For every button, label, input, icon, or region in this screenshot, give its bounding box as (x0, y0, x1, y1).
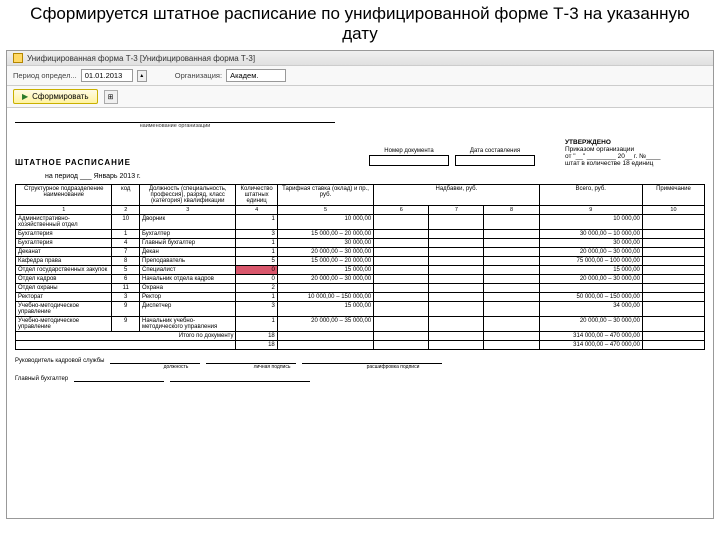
table-row: Отдел государственных закупок5Специалист… (16, 266, 705, 275)
col-units: Количество штатных единиц (236, 185, 277, 206)
col-note: Примечание (642, 185, 704, 206)
table-row: Бухгалтерия4Главный бухгалтер130 000,003… (16, 239, 705, 248)
table-row: Ректорат3Ректор110 000,00 – 150 000,0050… (16, 293, 705, 302)
total-label: Итого по документу (16, 332, 236, 341)
col-allow: Надбавки, руб. (374, 185, 539, 206)
table-row: Отдел кадров6Начальник отдела кадров020 … (16, 275, 705, 284)
docdate-label: Дата составления (455, 148, 535, 154)
toolbar-actions: ▶ Сформировать ⊞ (7, 86, 713, 108)
col-rate: Тарифная ставка (оклад) и пр., руб. (277, 185, 373, 206)
play-icon: ▶ (22, 92, 28, 101)
signatures: Руководитель кадровой службы должность л… (15, 356, 705, 382)
document-area: наименование организации ШТАТНОЕ РАСПИСА… (7, 108, 713, 518)
table-row: Отдел охраны11Охрана2 (16, 284, 705, 293)
window-title: Унифицированная форма Т-3 [Унифицированн… (27, 54, 255, 63)
period-label: Период определ... (13, 71, 77, 80)
table-row: Кафедра права8Преподаватель515 000,00 – … (16, 257, 705, 266)
slide-title: Сформируется штатное расписание по унифи… (0, 0, 720, 50)
table-row: Учебно-методическое управление9Диспетчер… (16, 302, 705, 317)
table-row: Административно-хозяйственный отдел10Дво… (16, 215, 705, 230)
period-row: на период ___ Январь 2013 г. (45, 173, 705, 180)
table-row: Учебно-методическое управление9Начальник… (16, 317, 705, 332)
sig-name: расшифровка подписи (323, 364, 463, 370)
table-row: Бухгалтерия1Бухгалтер315 000,00 – 20 000… (16, 230, 705, 239)
total-units2: 18 (236, 341, 277, 350)
document-icon (13, 53, 23, 63)
toolbar-params: Период определ... 01.01.2013 ▴ Организац… (7, 66, 713, 86)
docnum-box (369, 155, 449, 166)
app-window: Унифицированная форма Т-3 [Унифицированн… (6, 50, 714, 519)
date-input[interactable]: 01.01.2013 (81, 69, 133, 82)
approve-l2: от "__" ________ 20__ г. №____ (565, 153, 705, 160)
col-total: Всего, руб. (539, 185, 642, 206)
col-code: код (112, 185, 140, 206)
title-bar: Унифицированная форма Т-3 [Унифицированн… (7, 51, 713, 66)
org-name-line (15, 114, 335, 123)
sig2-label: Главный бухгалтер (15, 376, 68, 382)
docdate-box (455, 155, 535, 166)
org-input[interactable]: Академ. (226, 69, 286, 82)
table-row: Деканат7Декан120 000,00 – 30 000,0020 00… (16, 248, 705, 257)
total-sum: 314 000,00 – 470 000,00 (539, 332, 642, 341)
date-stepper[interactable]: ▴ (137, 70, 147, 82)
org-label: Организация: (175, 71, 222, 80)
org-name-sublabel: наименование организации (15, 123, 335, 129)
sig-pos: должность (131, 364, 221, 370)
approve-block: УТВЕРЖДЕНО Приказом организации от "__" … (565, 139, 705, 167)
sig1-label: Руководитель кадровой службы (15, 358, 104, 364)
approve-title: УТВЕРЖДЕНО (565, 139, 705, 146)
col-dep: Структурное подразделение наименование (16, 185, 112, 206)
total-units: 18 (236, 332, 277, 341)
total-sum2: 314 000,00 – 470 000,00 (539, 341, 642, 350)
approve-l3: штат в количестве 18 единиц (565, 160, 705, 167)
sig-sign: личная подпись (227, 364, 317, 370)
generate-label: Сформировать (32, 92, 88, 101)
doc-title: ШТАТНОЕ РАСПИСАНИЕ (15, 158, 131, 167)
generate-button[interactable]: ▶ Сформировать (13, 89, 98, 104)
approve-l1: Приказом организации (565, 146, 705, 153)
docnum-label: Номер документа (369, 148, 449, 154)
staffing-table: Структурное подразделение наименование к… (15, 184, 705, 350)
col-pos: Должность (специальность, профессия), ра… (140, 185, 236, 206)
toolbar-extra-button[interactable]: ⊞ (104, 90, 118, 104)
